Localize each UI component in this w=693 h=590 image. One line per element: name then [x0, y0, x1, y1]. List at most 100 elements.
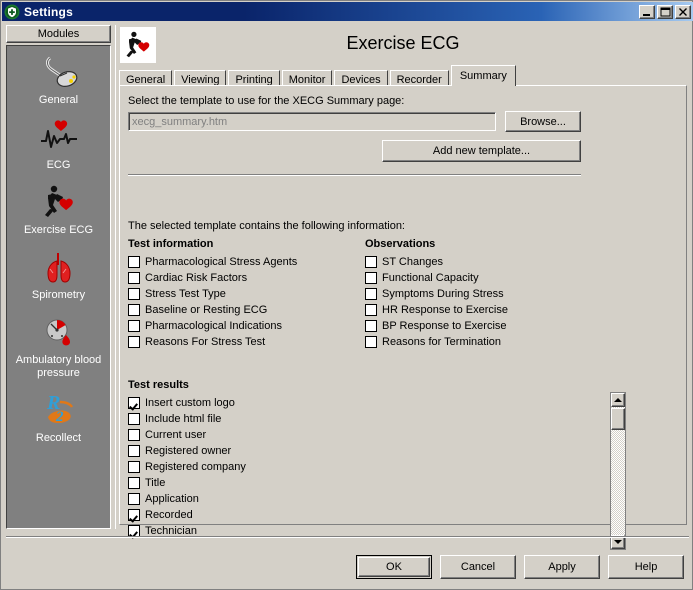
checkbox-box[interactable]	[128, 509, 140, 521]
checkbox-group-test-information: Pharmacological Stress Agents Cardiac Ri…	[128, 254, 297, 350]
group-title-test-information: Test information	[128, 238, 214, 250]
checkbox-row[interactable]: Title	[128, 475, 608, 491]
checkbox-row[interactable]: Baseline or Resting ECG	[128, 302, 297, 318]
checkbox-box[interactable]	[128, 477, 140, 489]
scroll-up-arrow-icon[interactable]	[611, 393, 625, 407]
checkbox-box[interactable]	[365, 304, 377, 316]
tab-panel-summary: Select the template to use for the XECG …	[119, 85, 687, 550]
checkbox-row[interactable]: BP Response to Exercise	[365, 318, 508, 334]
checkbox-box[interactable]	[128, 288, 140, 300]
sidebar-item-spirometry[interactable]: Spirometry	[7, 241, 110, 306]
page-title: Exercise ECG	[346, 33, 460, 53]
ok-button[interactable]: OK	[356, 555, 432, 579]
modules-header-label: Modules	[37, 28, 80, 40]
checkbox-row[interactable]: Application	[128, 491, 608, 507]
sidebar-item-exercise-ecg[interactable]: Exercise ECG	[7, 176, 110, 241]
checkbox-box[interactable]	[128, 493, 140, 505]
sidebar-item-general[interactable]: General	[7, 46, 110, 111]
help-button[interactable]: Help	[608, 555, 684, 579]
tab-label: Summary	[459, 70, 507, 82]
modules-list: General ECG Exercise ECG Spirometry Ambu…	[6, 45, 111, 529]
shield-icon	[4, 4, 20, 20]
checkbox-label: Registered owner	[145, 445, 232, 457]
checkbox-row[interactable]: Pharmacological Indications	[128, 318, 297, 334]
cancel-button-label: Cancel	[460, 561, 496, 573]
apply-button[interactable]: Apply	[524, 555, 600, 579]
sidebar-item-ecg[interactable]: ECG	[7, 111, 110, 176]
tab-label: Viewing	[181, 73, 220, 86]
checkbox-row[interactable]: Registered owner	[128, 443, 608, 459]
maximize-button[interactable]	[657, 4, 673, 19]
checkbox-label: Symptoms During Stress	[382, 288, 504, 300]
modules-header-button[interactable]: Modules	[6, 25, 111, 43]
checkbox-box[interactable]	[128, 397, 140, 409]
ok-button-label: OK	[386, 561, 402, 573]
bp-cuff-icon	[37, 312, 81, 352]
checkbox-row[interactable]: Cardiac Risk Factors	[128, 270, 297, 286]
checkbox-label: Pharmacological Indications	[145, 320, 282, 332]
checkbox-group-observations: ST Changes Functional Capacity Symptoms …	[365, 254, 508, 350]
cancel-button[interactable]: Cancel	[440, 555, 516, 579]
checkbox-row[interactable]: Insert custom logo	[128, 395, 608, 411]
add-new-template-button[interactable]: Add new template...	[382, 140, 581, 162]
checkbox-box[interactable]	[128, 429, 140, 441]
template-path-input[interactable]	[128, 112, 496, 131]
checkbox-row[interactable]: Include html file	[128, 411, 608, 427]
checkbox-box[interactable]	[365, 288, 377, 300]
checkbox-box[interactable]	[128, 336, 140, 348]
checkbox-box[interactable]	[128, 256, 140, 268]
checkbox-row[interactable]: Current user	[128, 427, 608, 443]
sidebar-item-label: Spirometry	[31, 289, 86, 301]
browse-button-label: Browse...	[520, 115, 566, 128]
checkbox-box[interactable]	[365, 272, 377, 284]
section-divider	[128, 174, 581, 176]
checkbox-label: Reasons For Stress Test	[145, 336, 266, 348]
checkbox-label: Recorded	[145, 509, 193, 521]
checkbox-box[interactable]	[365, 320, 377, 332]
tab-label: Printing	[235, 73, 273, 86]
checkbox-row[interactable]: HR Response to Exercise	[365, 302, 508, 318]
settings-window: Settings Modules General ECG Exercise EC…	[0, 0, 693, 590]
checkbox-row[interactable]: ST Changes	[365, 254, 508, 270]
checkbox-row[interactable]: Registered company	[128, 459, 608, 475]
checkbox-label: Pharmacological Stress Agents	[145, 256, 298, 268]
close-button[interactable]	[675, 4, 691, 19]
svg-text:2: 2	[55, 409, 64, 425]
runner-heart-icon	[37, 182, 81, 222]
apply-button-label: Apply	[548, 561, 576, 573]
checkbox-box[interactable]	[128, 304, 140, 316]
browse-button[interactable]: Browse...	[505, 111, 581, 132]
checkbox-box[interactable]	[128, 461, 140, 473]
modules-sidebar: Modules General ECG Exercise ECG Spirome…	[6, 25, 111, 529]
checkbox-box[interactable]	[128, 445, 140, 457]
test-results-scrollbar[interactable]	[610, 392, 626, 550]
checkbox-box[interactable]	[128, 320, 140, 332]
sidebar-item-label: Recollect	[35, 432, 82, 444]
checkbox-row[interactable]: Functional Capacity	[365, 270, 508, 286]
lungs-icon	[37, 247, 81, 287]
minimize-button[interactable]	[639, 4, 655, 19]
checkbox-row[interactable]: Pharmacological Stress Agents	[128, 254, 297, 270]
checkbox-box[interactable]	[365, 336, 377, 348]
checkbox-label: Application	[145, 493, 199, 505]
tab-summary[interactable]: Summary	[450, 65, 516, 86]
checkbox-box[interactable]	[128, 413, 140, 425]
sidebar-item-recollect[interactable]: R 2 Recollect	[7, 384, 110, 449]
checkbox-box[interactable]	[365, 256, 377, 268]
checkbox-row[interactable]: Symptoms During Stress	[365, 286, 508, 302]
tab-label: General	[126, 73, 166, 86]
dialog-button-bar: OK Cancel Apply Help	[356, 555, 684, 579]
sidebar-item-label: Exercise ECG	[23, 224, 94, 236]
checkbox-row[interactable]: Reasons For Stress Test	[128, 334, 297, 350]
checkbox-row[interactable]: Recorded	[128, 507, 608, 523]
template-contains-label: The selected template contains the follo…	[128, 220, 405, 232]
checkbox-row[interactable]: Reasons for Termination	[365, 334, 508, 350]
scrollbar-thumb[interactable]	[611, 408, 625, 430]
recollect-logo-icon: R 2	[37, 390, 81, 430]
sidebar-item-ambulatory-blood-pressure[interactable]: Ambulatory blood pressure	[7, 306, 110, 384]
checkbox-box[interactable]	[128, 272, 140, 284]
checkbox-row[interactable]: Stress Test Type	[128, 286, 297, 302]
sidebar-item-label: Ambulatory blood pressure	[15, 354, 102, 379]
checkbox-group-test-results: Insert custom logo Include html file Cur…	[128, 395, 608, 555]
help-button-label: Help	[634, 561, 658, 573]
